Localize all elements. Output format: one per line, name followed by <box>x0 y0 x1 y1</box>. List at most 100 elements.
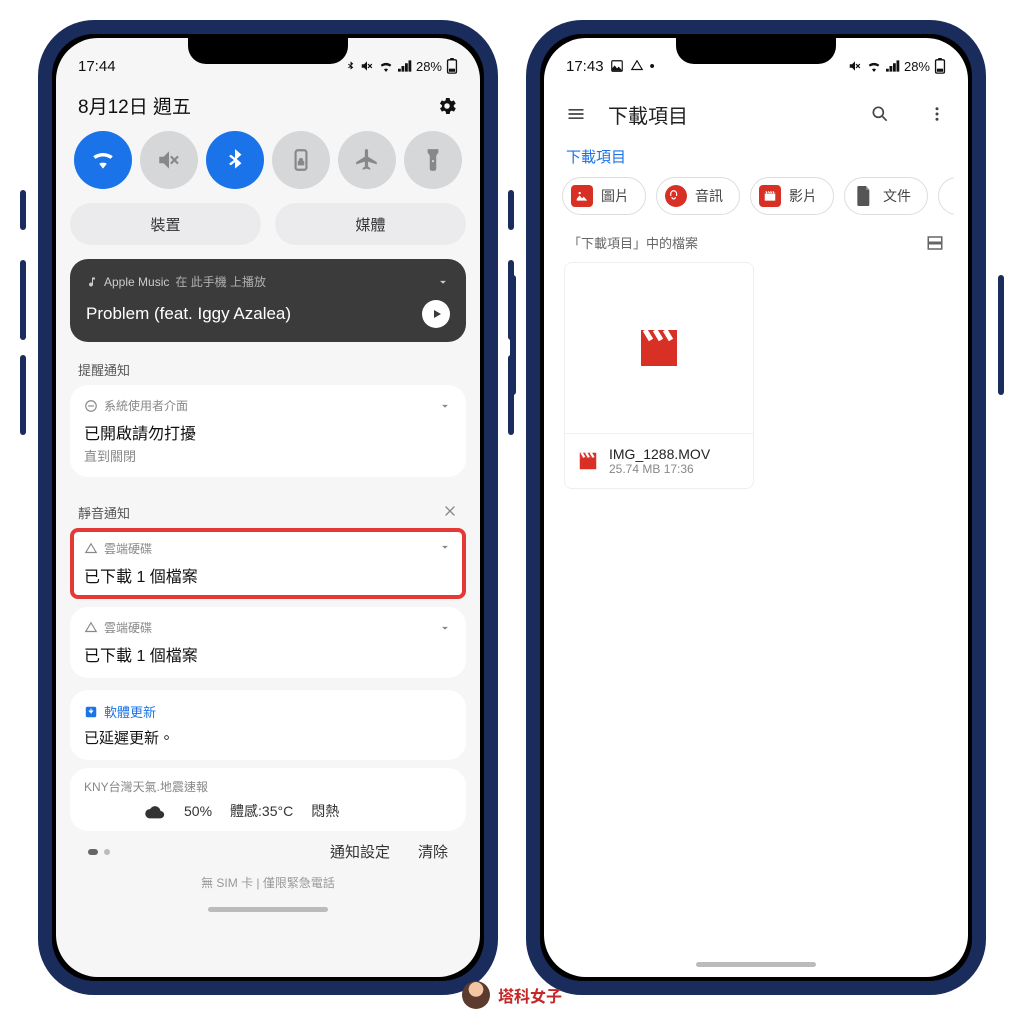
music-notification[interactable]: Apple Music 在 此手機 上播放 Problem (feat. Igg… <box>70 259 466 342</box>
notification-dnd[interactable]: 系統使用者介面 已開啟請勿打擾 直到關閉 <box>70 385 466 477</box>
app-bar: 下載項目 <box>558 90 954 138</box>
files-header-label: 「下載項目」中的檔案 <box>568 233 698 252</box>
sim-status: 無 SIM 卡 | 僅限緊急電話 <box>70 874 466 891</box>
notification-settings[interactable]: 通知設定 <box>330 841 390 862</box>
media-button-label: 媒體 <box>355 214 385 235</box>
status-icons: 28% <box>345 58 458 74</box>
drive-status-icon <box>630 59 644 73</box>
section-silent-label: 靜音通知 <box>78 503 130 522</box>
hamburger-icon[interactable] <box>566 104 586 124</box>
gesture-bar[interactable] <box>696 962 816 967</box>
chip-overflow[interactable] <box>938 177 954 215</box>
breadcrumb-label: 下載項目 <box>566 149 626 166</box>
section-alerts: 提醒通知 <box>78 360 458 379</box>
list-view-toggle-icon[interactable] <box>926 234 944 252</box>
section-alerts-label: 提醒通知 <box>78 360 130 379</box>
weather-desc: 悶熱 <box>311 801 339 821</box>
drive-icon <box>84 621 98 635</box>
bluetooth-icon <box>222 147 248 173</box>
clear-all[interactable]: 清除 <box>418 841 448 862</box>
qs-bluetooth[interactable] <box>206 131 264 189</box>
chip-label: 影片 <box>789 186 817 206</box>
notif-app: 軟體更新 <box>104 702 156 721</box>
devices-button[interactable]: 裝置 <box>70 203 261 245</box>
battery-icon <box>934 58 946 74</box>
notification-software-update[interactable]: 軟體更新 已延遲更新。 <box>70 690 466 760</box>
mute-icon <box>156 147 182 173</box>
qs-flashlight[interactable] <box>404 131 462 189</box>
wifi-icon <box>866 60 882 72</box>
music-track: Problem (feat. Iggy Azalea) <box>86 304 291 324</box>
status-time: 17:43 <box>566 58 604 75</box>
notch <box>188 38 348 64</box>
chip-images[interactable]: 圖片 <box>562 177 646 215</box>
phone-button <box>20 355 26 435</box>
highlighted-notification[interactable]: 雲端硬碟 已下載 1 個檔案 <box>70 528 466 599</box>
pager-dots <box>88 849 110 855</box>
media-button[interactable]: 媒體 <box>275 203 466 245</box>
chevron-down-icon[interactable] <box>438 621 452 635</box>
bluetooth-icon <box>345 59 356 73</box>
portrait-lock-icon <box>288 147 314 173</box>
chip-docs[interactable]: 文件 <box>844 177 928 215</box>
notif-title: 已下載 1 個檔案 <box>84 563 452 587</box>
wifi-icon <box>90 147 116 173</box>
phone-button <box>20 260 26 340</box>
wide-buttons: 裝置 媒體 <box>70 203 466 245</box>
file-meta: IMG_1288.MOV 25.74 MB 17:36 <box>565 433 753 488</box>
chip-label: 圖片 <box>601 186 629 206</box>
notif-title: 已下載 1 個檔案 <box>84 642 452 666</box>
phone-button <box>20 190 26 230</box>
chip-video[interactable]: 影片 <box>750 177 834 215</box>
shade-footer: 通知設定 清除 <box>70 831 466 866</box>
chevron-down-icon[interactable] <box>438 399 452 413</box>
phone-button <box>998 275 1004 395</box>
qs-wifi[interactable] <box>74 131 132 189</box>
music-context: 在 此手機 上播放 <box>175 273 266 290</box>
chip-audio[interactable]: 音訊 <box>656 177 740 215</box>
notification-weather[interactable]: KNY台灣天氣.地震速報 50% 體感:35°C 悶熱 <box>70 768 466 831</box>
status-icons: 28% <box>848 58 946 74</box>
notif-subtitle: 直到關閉 <box>84 446 452 465</box>
search-icon[interactable] <box>870 104 890 124</box>
file-card[interactable]: IMG_1288.MOV 25.74 MB 17:36 <box>564 262 754 489</box>
devices-button-label: 裝置 <box>150 214 180 235</box>
qs-mute[interactable] <box>140 131 198 189</box>
quick-settings-date-row: 8月12日 週五 <box>70 86 466 131</box>
phone-button <box>508 260 514 340</box>
more-vert-icon[interactable] <box>928 104 946 124</box>
play-icon <box>431 308 443 320</box>
status-time: 17:44 <box>78 58 116 75</box>
chip-label: 文件 <box>883 186 911 206</box>
weather-feel: 體感:35°C <box>230 801 293 821</box>
wifi-icon <box>378 60 394 72</box>
notif-app: 雲端硬碟 <box>104 619 152 636</box>
notch <box>676 38 836 64</box>
battery-icon <box>446 58 458 74</box>
play-button[interactable] <box>422 300 450 328</box>
image-icon <box>571 185 593 207</box>
files-app-screen: 17:43 • 28% 下載項目 下載項目 <box>544 38 968 977</box>
close-icon[interactable] <box>442 503 458 519</box>
gesture-bar[interactable] <box>208 907 328 912</box>
qs-rotate[interactable] <box>272 131 330 189</box>
gear-icon[interactable] <box>436 95 458 117</box>
notif-app: KNY台灣天氣.地震速報 <box>84 780 208 794</box>
phone-button <box>508 190 514 230</box>
breadcrumb[interactable]: 下載項目 <box>558 138 954 177</box>
flashlight-icon <box>420 147 446 173</box>
file-name: IMG_1288.MOV <box>609 446 710 462</box>
qs-airplane[interactable] <box>338 131 396 189</box>
drive-icon <box>84 542 98 556</box>
video-icon <box>759 185 781 207</box>
notif-app: 雲端硬碟 <box>104 540 152 557</box>
chevron-down-icon[interactable] <box>436 275 450 289</box>
notification-drive-2[interactable]: 雲端硬碟 已下載 1 個檔案 <box>70 607 466 678</box>
files-header: 「下載項目」中的檔案 <box>558 215 954 262</box>
signal-icon <box>886 60 900 72</box>
weather-percent: 50% <box>184 803 212 819</box>
mute-icon <box>848 59 862 73</box>
notif-app: 系統使用者介面 <box>104 397 188 414</box>
dnd-icon <box>84 399 98 413</box>
chevron-down-icon[interactable] <box>438 540 452 554</box>
